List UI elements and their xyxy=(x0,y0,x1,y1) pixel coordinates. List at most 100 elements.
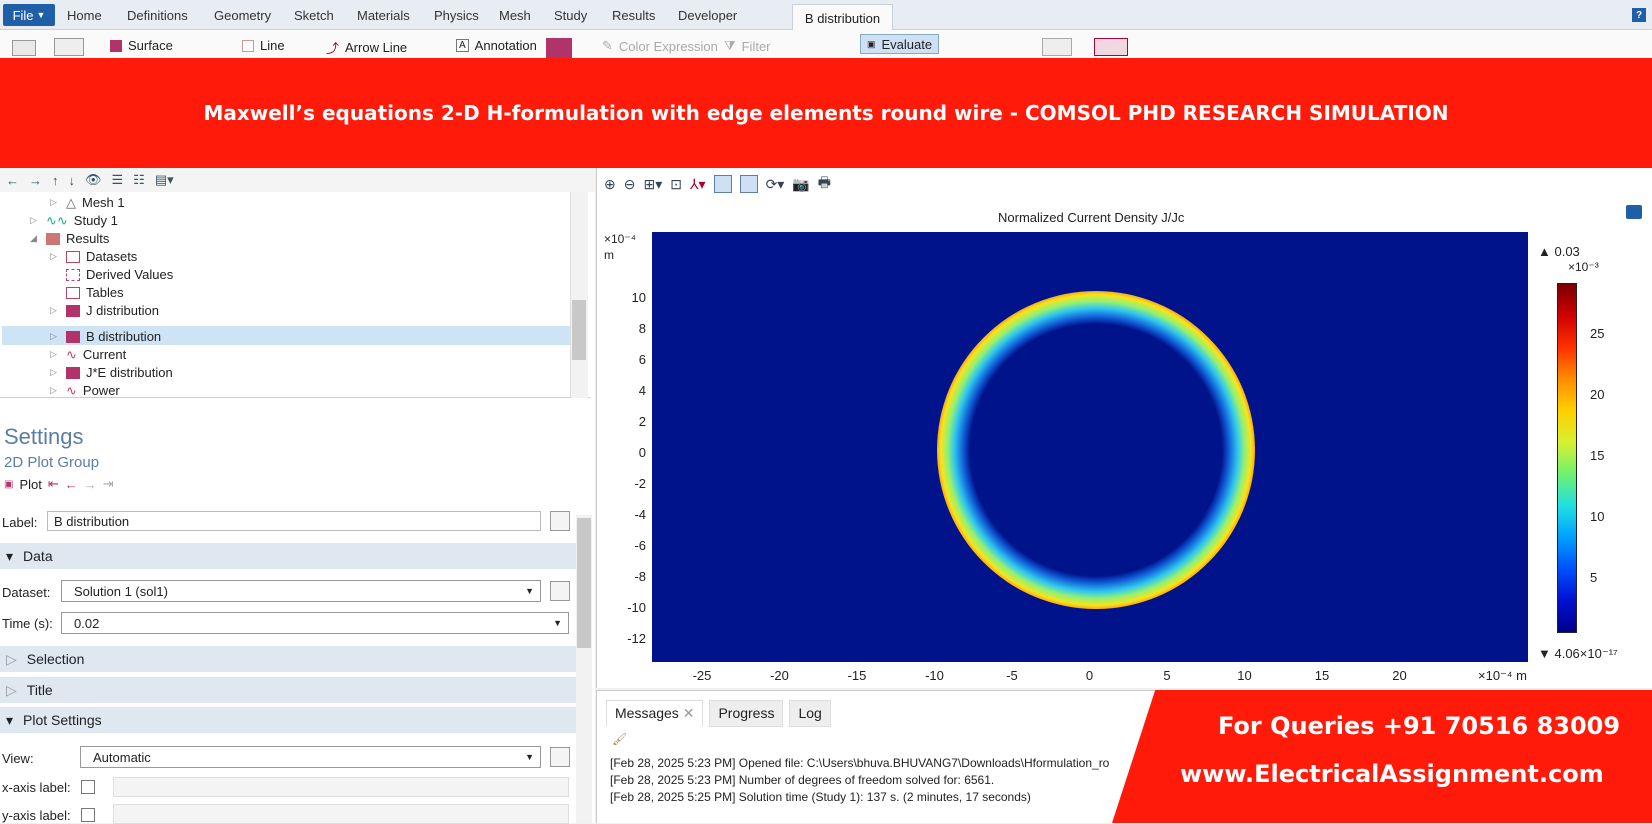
table-icon[interactable] xyxy=(1094,38,1128,56)
label-input[interactable]: B distribution xyxy=(47,511,541,531)
tab-b-distribution[interactable]: B distribution xyxy=(792,4,893,31)
tab-sketch[interactable]: Sketch xyxy=(294,8,334,23)
tab-study[interactable]: Study xyxy=(554,8,587,23)
expand-icon[interactable]: ☰ xyxy=(112,172,124,188)
expand-arrow-icon[interactable]: ▷ xyxy=(30,215,40,226)
plot-settings-section-header[interactable]: ▾ Plot Settings xyxy=(0,707,576,733)
forward-icon[interactable]: → xyxy=(29,173,42,188)
tab-geometry[interactable]: Geometry xyxy=(214,8,271,23)
expand-arrow-icon[interactable]: ▷ xyxy=(50,305,60,316)
tree-item-study[interactable]: ▷ ∿∿ Study 1 xyxy=(30,211,118,230)
zoom-in-icon[interactable]: ⊕ xyxy=(604,176,616,193)
tree-scrollbar-thumb[interactable] xyxy=(572,300,586,360)
plot-button[interactable]: Plot xyxy=(19,477,41,492)
annotation-button[interactable]: A Annotation xyxy=(456,38,537,53)
next-icon[interactable]: → xyxy=(84,477,97,492)
expand-arrow-icon[interactable]: ▷ xyxy=(50,251,60,262)
expand-arrow-icon: ▷ xyxy=(6,681,17,698)
show-icon[interactable]: 👁 xyxy=(85,172,102,188)
plot-title: Normalized Current Density J/Jc xyxy=(998,210,1185,225)
rotate-icon[interactable]: ⟳▾ xyxy=(766,176,785,193)
tab-messages[interactable]: Messages ✕ xyxy=(606,700,704,727)
plot-group-2d-icon xyxy=(66,304,80,317)
tree-item-tables[interactable]: Tables xyxy=(66,283,124,302)
tab-developer[interactable]: Developer xyxy=(678,8,737,23)
tab-physics[interactable]: Physics xyxy=(434,8,479,23)
data-section-header[interactable]: ▾ Data xyxy=(0,543,576,569)
collapse-icon[interactable]: ☷ xyxy=(133,172,145,188)
colorbar-tick-label: 15 xyxy=(1590,448,1605,463)
camera-icon[interactable]: 📷 xyxy=(792,176,809,193)
clear-icon[interactable]: 🖌 xyxy=(612,732,627,746)
tree-item-je-distribution[interactable]: ▷ J*E distribution xyxy=(50,363,173,382)
arrow-line-button[interactable]: ⤴ Arrow Line xyxy=(326,38,407,57)
title-section-header[interactable]: ▷ Title xyxy=(0,677,576,703)
tab-materials[interactable]: Materials xyxy=(357,8,410,23)
first-icon[interactable]: ⇤ xyxy=(48,476,59,492)
last-icon[interactable]: ⇥ xyxy=(103,476,114,492)
color-expression-button[interactable]: ✎ Color Expression xyxy=(602,38,718,54)
tab-definitions[interactable]: Definitions xyxy=(127,8,188,23)
tree-item-current[interactable]: ▷ ∿ Current xyxy=(50,345,126,364)
expand-arrow-icon[interactable]: ▷ xyxy=(50,385,60,396)
dataset-select[interactable]: Solution 1 (sol1) ▼ xyxy=(61,580,541,602)
view-select[interactable]: Automatic ▼ xyxy=(80,746,541,768)
surface-button[interactable]: Surface xyxy=(110,38,173,53)
tree-item-b-distribution[interactable]: ▷ B distribution xyxy=(50,327,161,346)
move-up-icon[interactable]: ↑ xyxy=(52,173,59,188)
expand-arrow-icon[interactable]: ▷ xyxy=(50,349,60,360)
zoom-out-icon[interactable]: ⊖ xyxy=(624,176,636,193)
evaluate-button[interactable]: ▣ Evaluate xyxy=(860,34,940,54)
line-button[interactable]: Line xyxy=(242,38,285,53)
more-plots-icon[interactable] xyxy=(546,38,572,58)
dataset-goto-icon[interactable] xyxy=(550,581,570,601)
tab-mesh[interactable]: Mesh xyxy=(499,8,531,23)
previous-icon[interactable]: ← xyxy=(65,477,78,492)
plot-icon[interactable] xyxy=(12,40,36,56)
expand-arrow-icon[interactable]: ▷ xyxy=(50,331,60,342)
surface-plot[interactable] xyxy=(652,232,1528,662)
print-icon[interactable]: 🖶 xyxy=(818,172,831,196)
move-down-icon[interactable]: ↓ xyxy=(69,173,76,188)
tree-item-j-distribution[interactable]: ▷ J distribution xyxy=(50,301,159,320)
tab-results[interactable]: Results xyxy=(612,8,655,23)
collapse-arrow-icon[interactable]: ◢ xyxy=(30,233,40,244)
axis-toggle-icon[interactable] xyxy=(739,175,758,193)
back-icon[interactable]: ← xyxy=(6,173,19,188)
yaxis-label-checkbox[interactable] xyxy=(81,808,95,822)
tree-item-results[interactable]: ◢ Results xyxy=(30,229,109,248)
settings-scrollbar-thumb[interactable] xyxy=(577,518,591,648)
yaxis-label-input[interactable] xyxy=(113,804,569,824)
selection-section-header[interactable]: ▷ Selection xyxy=(0,646,576,672)
filter-button[interactable]: ⧩ Filter xyxy=(724,38,771,54)
view-goto-icon[interactable] xyxy=(550,747,570,767)
tree-menu-icon[interactable]: ▤▾ xyxy=(155,172,174,188)
zoom-box-icon[interactable]: ⊞▾ xyxy=(643,176,662,193)
axis-icon[interactable]: ⅄▾ xyxy=(690,176,706,193)
tree-item-datasets[interactable]: ▷ Datasets xyxy=(50,247,137,266)
tree-item-power[interactable]: ▷ ∿ Power xyxy=(50,381,120,400)
xaxis-label-input[interactable] xyxy=(113,777,569,797)
expand-arrow-icon[interactable]: ▷ xyxy=(50,197,60,208)
file-menu-button[interactable]: File ▼ xyxy=(3,4,55,26)
tab-log[interactable]: Log xyxy=(789,700,831,727)
xaxis-label-checkbox[interactable] xyxy=(81,780,95,794)
label-edit-icon[interactable] xyxy=(550,511,570,531)
graphics-menu-icon[interactable] xyxy=(1626,205,1642,219)
tab-home[interactable]: Home xyxy=(67,8,102,23)
grid-toggle-icon[interactable] xyxy=(713,175,732,193)
view-label: View: xyxy=(2,751,34,766)
zoom-extents-icon[interactable]: ⊡ xyxy=(670,176,682,193)
plot-group-icon[interactable] xyxy=(54,38,84,56)
settings-title: Settings xyxy=(4,424,84,449)
close-icon[interactable]: ✕ xyxy=(683,705,695,721)
tree-item-derived-values[interactable]: Derived Values xyxy=(66,265,173,284)
expand-arrow-icon[interactable]: ▷ xyxy=(50,367,60,378)
export-icon[interactable] xyxy=(1042,38,1072,56)
tree-scrollbar[interactable] xyxy=(570,192,588,398)
help-icon[interactable]: ? xyxy=(1632,8,1646,22)
time-select[interactable]: 0.02 ▼ xyxy=(61,612,569,634)
xaxis-label: x-axis label: xyxy=(2,780,71,795)
tab-progress[interactable]: Progress xyxy=(709,700,784,727)
tree-item-mesh[interactable]: ▷ △ Mesh 1 xyxy=(50,193,125,212)
